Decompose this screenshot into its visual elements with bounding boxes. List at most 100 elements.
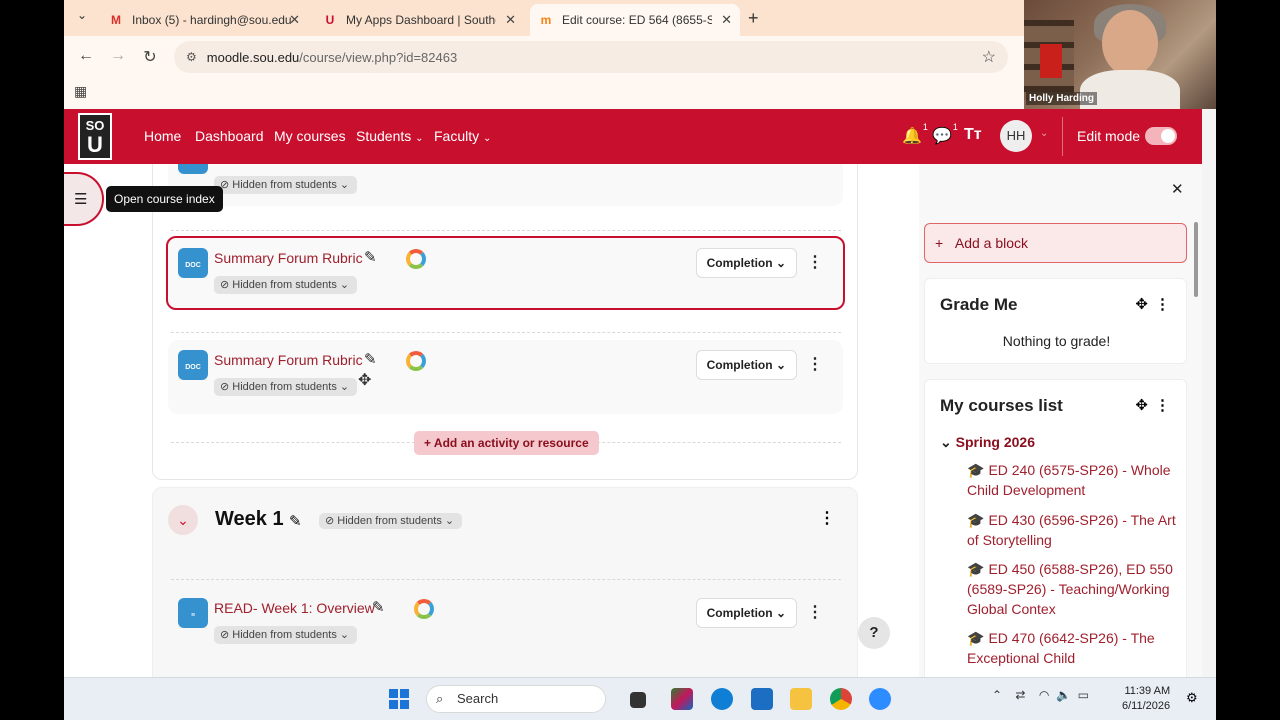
zoom-icon[interactable]	[869, 688, 891, 710]
course-link[interactable]: 🎓 ED 450 (6588-SP26), ED 550 (6589-SP26) …	[967, 559, 1177, 619]
address-bar[interactable]: ⚙ moodle.sou.edu/course/view.php?id=8246…	[174, 41, 1008, 73]
edit-mode-toggle[interactable]	[1145, 127, 1177, 145]
edit-pencil-icon[interactable]: ✎	[372, 598, 385, 616]
course-link[interactable]: 🎓 ED 240 (6575-SP26) - Whole Child Develo…	[967, 460, 1177, 500]
edit-pencil-icon[interactable]: ✎	[364, 350, 377, 368]
course-link[interactable]: 🎓 ED 470 (6642-SP26) - The Exceptional Ch…	[967, 628, 1177, 668]
completion-dropdown[interactable]: Completion ⌄	[695, 598, 797, 628]
hidden-from-students-badge[interactable]: ⊘ Hidden from students ⌄	[319, 513, 463, 529]
store-icon[interactable]	[751, 688, 773, 710]
tab-gmail[interactable]: M Inbox (5) - hardingh@sou.edu ✕	[100, 6, 308, 34]
add-block-button[interactable]: + Add a block	[924, 223, 1187, 263]
hidden-from-students-badge[interactable]: ⊘ Hidden from students ⌄	[214, 276, 358, 294]
graduation-cap-icon: 🎓	[967, 561, 985, 577]
nav-my-courses[interactable]: My courses	[274, 128, 346, 144]
hidden-from-students-badge[interactable]: ⊘ Hidden from students ⌄	[214, 176, 358, 194]
help-button[interactable]: ?	[858, 617, 890, 649]
nav-faculty-label: Faculty	[434, 128, 480, 144]
nav-dashboard[interactable]: Dashboard	[195, 128, 264, 144]
url-host: moodle.sou.edu	[206, 49, 300, 65]
back-icon[interactable]: ←	[76, 47, 96, 65]
toggle-knob	[1161, 129, 1175, 143]
activity-actions-kebab-icon[interactable]: ⋮	[807, 354, 823, 374]
reload-icon[interactable]: ↻	[140, 47, 160, 67]
activity-row-summary-forum-rubric[interactable]: DOC Summary Forum Rubric ✎ ⊘ Hidden from…	[166, 236, 845, 310]
notification-center-icon[interactable]: ⚙	[1186, 690, 1198, 706]
scrollbar-thumb[interactable]	[1194, 222, 1198, 297]
course-content: ⊘ Hidden from students ⌄ DOC Summary For…	[64, 164, 919, 677]
course-link[interactable]: 🎓 ED 430 (6596-SP26) - The Art of Storyte…	[967, 510, 1177, 550]
volume-icon[interactable]: 🔈	[1056, 688, 1071, 702]
activity-row-read-week-1[interactable]: ≡ READ- Week 1: Overview ✎ ⊘ Hidden from…	[168, 588, 843, 662]
sou-logo[interactable]: SO U	[78, 113, 112, 160]
taskbar-clock[interactable]: 11:39 AM 6/11/2026	[1122, 684, 1170, 714]
activity-actions-kebab-icon[interactable]: ⋮	[807, 252, 823, 272]
file-explorer-icon[interactable]	[630, 692, 646, 708]
add-activity-button[interactable]: + Add an activity or resource	[414, 431, 599, 455]
activity-title-link[interactable]: Summary Forum Rubric	[214, 250, 363, 266]
tab-search-dropdown-icon[interactable]: ⌄	[72, 8, 92, 28]
hidden-from-students-badge[interactable]: ⊘ Hidden from students ⌄	[214, 378, 358, 396]
windows-start-icon[interactable]	[389, 689, 409, 709]
taskbar-search[interactable]: ⌕ Search	[426, 685, 606, 713]
chevron-up-icon[interactable]: ⌃	[992, 688, 1002, 702]
chevron-down-icon: ⌄	[775, 358, 786, 372]
course-index-button[interactable]: ☰	[64, 172, 104, 226]
folder-icon[interactable]	[790, 688, 812, 710]
user-menu-chevron-icon[interactable]: ⌄	[1040, 128, 1048, 139]
collapse-chevron-icon[interactable]: ⌄	[168, 505, 198, 535]
nav-faculty[interactable]: Faculty ⌄	[434, 128, 491, 144]
drawer-scrollbar[interactable]	[1193, 222, 1199, 672]
forward-icon[interactable]: →	[108, 47, 128, 65]
nav-home[interactable]: Home	[144, 128, 181, 144]
microsoft-365-icon[interactable]	[671, 688, 693, 710]
eye-slash-icon: ⊘	[220, 629, 230, 641]
completion-dropdown[interactable]: Completion ⌄	[695, 350, 797, 380]
bookmark-star-icon[interactable]: ☆	[982, 47, 996, 67]
tab-edit-course[interactable]: m Edit course: ED 564 (8655-SU26 ✕	[530, 4, 740, 36]
tab-my-apps[interactable]: U My Apps Dashboard | Southern ✕	[314, 6, 524, 34]
page-scrollbar[interactable]	[1202, 109, 1216, 677]
edit-pencil-icon[interactable]: ✎	[364, 248, 377, 266]
move-icon[interactable]: ✥	[1135, 295, 1148, 313]
activity-title-link[interactable]: READ- Week 1: Overview	[214, 600, 375, 616]
new-tab-icon[interactable]: +	[748, 8, 759, 29]
activity-actions-kebab-icon[interactable]: ⋮	[807, 602, 823, 622]
system-tray[interactable]: ⌃ ⇄ ◠ 🔈 ▭	[992, 688, 1089, 702]
move-icon[interactable]: ✥	[1135, 396, 1148, 414]
close-drawer-icon[interactable]: ✕	[1171, 180, 1184, 198]
avatar[interactable]: HH	[1000, 120, 1032, 152]
close-tab-icon[interactable]: ✕	[289, 12, 300, 28]
chevron-down-icon: ⌄	[775, 606, 786, 620]
activity-title-link[interactable]: Summary Forum Rubric	[214, 352, 363, 368]
clock-date: 6/11/2026	[1122, 700, 1171, 712]
activity-row-summary-forum-rubric-2[interactable]: DOC Summary Forum Rubric ✎ ⊘ Hidden from…	[168, 340, 843, 414]
notifications-bell-icon[interactable]: 🔔 1	[902, 122, 928, 146]
hidden-from-students-badge[interactable]: ⊘ Hidden from students ⌄	[214, 626, 358, 644]
apps-grid-icon[interactable]: ▦	[74, 83, 87, 100]
document-icon: DOC	[178, 248, 208, 278]
add-block-label: Add a block	[954, 235, 1029, 251]
close-tab-icon[interactable]: ✕	[721, 12, 732, 28]
input-icon[interactable]: ⇄	[1015, 688, 1025, 702]
wifi-icon[interactable]: ◠	[1039, 688, 1049, 702]
chrome-icon[interactable]	[830, 688, 852, 710]
edge-icon[interactable]	[711, 688, 733, 710]
block-actions-kebab-icon[interactable]: ⋮	[1155, 396, 1170, 414]
section-title: Week 1	[215, 508, 284, 530]
edit-pencil-icon[interactable]: ✎	[289, 512, 302, 530]
close-tab-icon[interactable]: ✕	[505, 12, 516, 28]
activity-row-partial[interactable]: ⊘ Hidden from students ⌄	[168, 164, 843, 206]
eye-slash-icon: ⊘	[220, 381, 230, 393]
completion-dropdown[interactable]: Completion ⌄	[695, 248, 797, 278]
site-info-icon[interactable]: ⚙	[186, 50, 197, 64]
nav-students[interactable]: Students ⌄	[356, 128, 424, 144]
search-placeholder: Search	[457, 691, 499, 706]
graduation-cap-icon: 🎓	[967, 462, 985, 478]
battery-icon[interactable]: ▭	[1078, 688, 1089, 702]
messages-icon[interactable]: 💬 1	[932, 122, 958, 146]
block-actions-kebab-icon[interactable]: ⋮	[1155, 295, 1170, 313]
term-toggle[interactable]: ⌄ Spring 2026	[940, 434, 1035, 451]
section-actions-kebab-icon[interactable]: ⋮	[819, 508, 835, 528]
text-size-icon[interactable]: Tт	[964, 126, 982, 144]
